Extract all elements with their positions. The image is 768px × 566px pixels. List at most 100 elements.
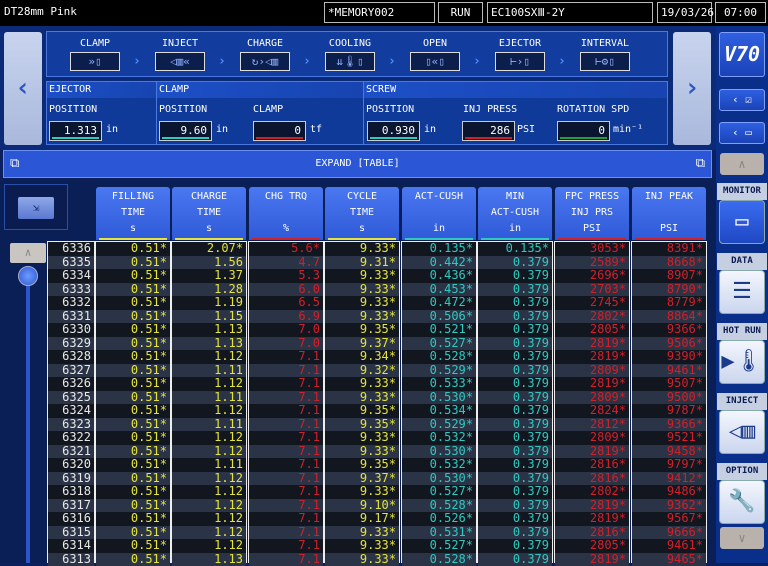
column-header[interactable]: MINACT-CUSHin [478, 187, 552, 240]
table-cell: 2819* [555, 553, 629, 566]
table-cell: 9.33* [325, 283, 399, 297]
table-cell: 1.12 [172, 485, 246, 499]
table-cell: 2816* [555, 472, 629, 486]
collapse-table-button[interactable]: ⇲ [18, 197, 54, 219]
checklist-button[interactable]: ‹ ☑ [719, 89, 765, 111]
expand-corner-icon[interactable]: ⧉ [696, 151, 705, 177]
header-line2: TIME [172, 205, 246, 221]
expand-table-bar[interactable]: ⧉ EXPAND [TABLE] ⧉ [3, 150, 712, 178]
next-page-button[interactable]: › [673, 32, 711, 145]
column-header[interactable]: FILLINGTIMEs [96, 187, 170, 240]
table-cell: 1.12 [172, 539, 246, 553]
shot-number-cell: 6332 [48, 296, 94, 310]
table-cell: 0.530* [402, 445, 476, 459]
table-cell: 9.33* [325, 296, 399, 310]
run-status: RUN [438, 2, 483, 23]
shot-number-cell: 6329 [48, 337, 94, 351]
column-header[interactable]: CHG TRQ% [249, 187, 323, 240]
scroll-track[interactable] [26, 266, 30, 563]
table-cell: 0.529* [402, 418, 476, 432]
monitor-small-icon: ‹ ▭ [732, 126, 752, 139]
inject-button[interactable]: ◁▥ [719, 410, 765, 454]
table-cell: 9.35* [325, 418, 399, 432]
table-cell: 6.0 [249, 283, 323, 297]
option-button[interactable]: 🔧 [719, 480, 765, 524]
table-cell: 9.33* [325, 553, 399, 566]
table-cell: 0.51* [96, 431, 170, 445]
table-cell: 1.12 [172, 526, 246, 540]
table-cell: 0.51* [96, 499, 170, 513]
option-label: OPTION [717, 463, 767, 480]
table-cell: 1.11 [172, 391, 246, 405]
monitor-button[interactable]: ▭ [719, 200, 765, 244]
process-step-ejector: EJECTOR⊢›▯ [490, 38, 550, 71]
menu-down-button[interactable]: ∨ [720, 527, 764, 549]
table-cell: 1.28 [172, 283, 246, 297]
table-cell: 1.37 [172, 269, 246, 283]
clamp-title: CLAMP [157, 82, 363, 98]
screen-button[interactable]: ‹ ▭ [719, 122, 765, 144]
table-cell: 0.51* [96, 242, 170, 256]
chevron-right-icon: › [388, 54, 396, 69]
table-cell: 0.379 [478, 418, 552, 432]
column-header[interactable]: CHARGETIMEs [172, 187, 246, 240]
clamp-force-text: 0 [294, 124, 301, 137]
shot-number-cell: 6317 [48, 499, 94, 513]
column-header[interactable]: FPC PRESSINJ PRSPSI [555, 187, 629, 240]
table-cell: 0.51* [96, 350, 170, 364]
scroll-up-button[interactable]: ∧ [10, 243, 46, 263]
step-label: INTERVAL [581, 38, 629, 49]
hot-run-label: HOT RUN [717, 323, 767, 340]
scroll-thumb[interactable] [18, 266, 38, 286]
table-cell: 2805* [555, 539, 629, 553]
table-cell: 0.51* [96, 310, 170, 324]
table-cell: 1.12 [172, 377, 246, 391]
v70-logo-button[interactable]: V70 [719, 32, 765, 77]
hot-run-button[interactable]: ▶🌡 [719, 340, 765, 384]
header-unit: s [325, 221, 399, 237]
rotation-value: 0 [557, 121, 610, 141]
prev-page-button[interactable]: ‹ [4, 32, 42, 145]
data-column: 2.07*1.561.371.281.191.151.131.131.121.1… [171, 241, 247, 563]
table-cell: 1.13 [172, 337, 246, 351]
process-step-cooling: COOLING⇊🌡▯ [320, 38, 380, 71]
table-cell: 2819* [555, 377, 629, 391]
column-header[interactable]: INJ PEAKPSI [632, 187, 706, 240]
column-header[interactable]: CYCLETIMEs [325, 187, 399, 240]
header-line2: ACT-CUSH [478, 205, 552, 221]
unit: tf [310, 124, 322, 135]
table-cell: 9.33* [325, 526, 399, 540]
header-line1: CYCLE [325, 189, 399, 205]
inject-icon: ◁▥« [155, 52, 205, 71]
table-cell: 9458* [632, 445, 706, 459]
table-cell: 0.529* [402, 364, 476, 378]
shot-number-cell: 6316 [48, 512, 94, 526]
table-cell: 1.13 [172, 553, 246, 566]
menu-up-button[interactable]: ∧ [720, 153, 764, 175]
table-cell: 0.472* [402, 296, 476, 310]
table-cell: 1.12 [172, 499, 246, 513]
table-cell: 0.379 [478, 256, 552, 270]
table-cell: 8391* [632, 242, 706, 256]
table-cell: 0.379 [478, 377, 552, 391]
table-cell: 2819* [555, 350, 629, 364]
table-cell: 0.379 [478, 485, 552, 499]
machine-model: EC100SXⅢ-2Y [487, 2, 653, 23]
table-cell: 2819* [555, 512, 629, 526]
table-cell: 0.379 [478, 323, 552, 337]
clamp-icon: »▯ [70, 52, 120, 71]
header-line1: ACT-CUSH [402, 189, 476, 205]
unit: in [216, 124, 228, 135]
table-cell: 7.1 [249, 350, 323, 364]
table-cell: 2824* [555, 404, 629, 418]
column-header[interactable]: ACT-CUSHin [402, 187, 476, 240]
inj-press-text: 286 [490, 124, 510, 137]
table-cell: 2819* [555, 337, 629, 351]
table-cell: 0.379 [478, 472, 552, 486]
data-button[interactable]: ☰ [719, 270, 765, 314]
table-cell: 0.379 [478, 445, 552, 459]
table-cell: 0.51* [96, 269, 170, 283]
table-cell: 1.11 [172, 418, 246, 432]
interval-icon: ⊢⚙▯ [580, 52, 630, 71]
expand-corner-icon[interactable]: ⧉ [10, 151, 19, 177]
